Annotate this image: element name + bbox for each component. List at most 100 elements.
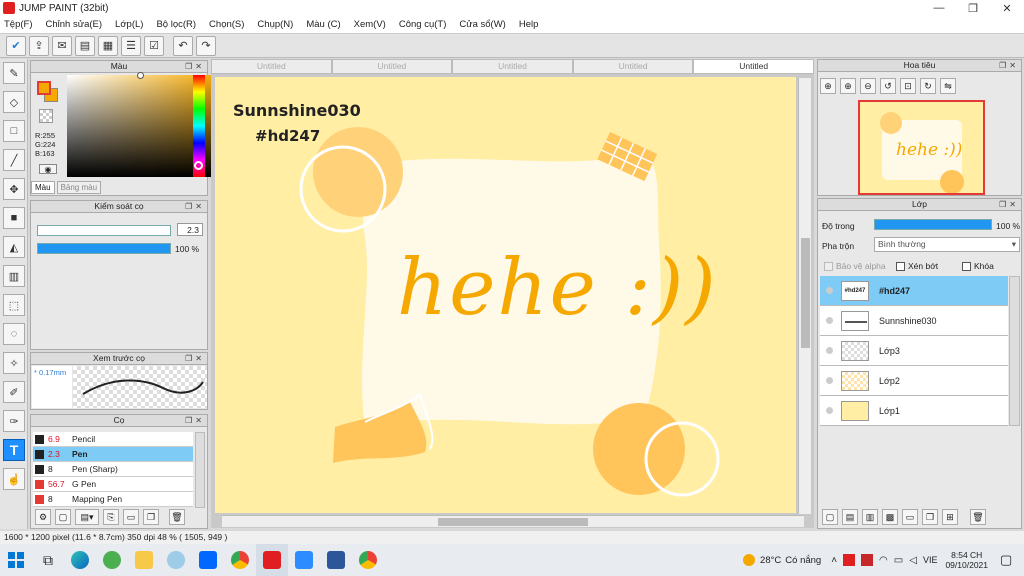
cloud-icon[interactable]: ✔: [6, 35, 26, 56]
redo-icon[interactable]: ↷: [196, 35, 216, 56]
tab-palette[interactable]: Bảng màu: [56, 181, 102, 194]
menu-tools[interactable]: Công cụ(T): [399, 19, 447, 30]
checklist-icon[interactable]: ☑: [144, 35, 164, 56]
panel-buttons[interactable]: ❐✕: [185, 415, 205, 426]
language-indicator[interactable]: VIE: [923, 555, 938, 565]
zoom-icon[interactable]: [288, 544, 320, 576]
halftone-layer-icon[interactable]: ▩: [882, 509, 898, 525]
menu-file[interactable]: Tệp(F): [4, 19, 33, 30]
menu-view[interactable]: Xem(V): [354, 19, 386, 30]
undo-icon[interactable]: ↶: [173, 35, 193, 56]
menu-help[interactable]: Help: [519, 19, 539, 30]
brush-item[interactable]: 6.9 Pencil: [33, 432, 193, 447]
visibility-icon[interactable]: [826, 317, 833, 324]
file-explorer-icon[interactable]: [128, 544, 160, 576]
panel-buttons[interactable]: ❐✕: [999, 60, 1019, 71]
duplicate-icon[interactable]: ❐: [143, 509, 159, 525]
share-icon[interactable]: ⇪: [29, 35, 49, 56]
select-rect-tool-icon[interactable]: ⬚: [3, 294, 25, 316]
magic-wand-tool-icon[interactable]: ✧: [3, 352, 25, 374]
battery-icon[interactable]: ▭: [894, 555, 903, 566]
visibility-icon[interactable]: [826, 407, 833, 414]
tab-color[interactable]: Màu: [31, 181, 55, 194]
panel-buttons[interactable]: ❐✕: [185, 201, 205, 212]
list-icon[interactable]: ☰: [121, 35, 141, 56]
flip-icon[interactable]: ⇋: [940, 78, 956, 94]
fill-rect-tool-icon[interactable]: ■: [3, 207, 25, 229]
hue-handle[interactable]: [194, 161, 203, 170]
select-pen-tool-icon[interactable]: ✐: [3, 381, 25, 403]
new-layer-8bit-icon[interactable]: ▤: [842, 509, 858, 525]
gradient-tool-icon[interactable]: ▥: [3, 265, 25, 287]
hue-slider[interactable]: [193, 75, 205, 177]
layer-row[interactable]: Lớp2: [820, 366, 1008, 396]
eye-icon[interactable]: ◉: [39, 164, 57, 174]
layer-list-scrollbar[interactable]: [1009, 276, 1020, 426]
merge-layer-icon[interactable]: ⊞: [942, 509, 958, 525]
menu-window[interactable]: Cửa sổ(W): [459, 19, 505, 30]
tab-document-active[interactable]: Untitled: [693, 59, 814, 74]
jump-paint-taskbar-icon[interactable]: [256, 544, 288, 576]
close-button[interactable]: ✕: [990, 2, 1024, 15]
layer-row[interactable]: Lớp3: [820, 336, 1008, 366]
edge-icon[interactable]: [64, 544, 96, 576]
message-icon[interactable]: ▤: [75, 35, 95, 56]
app-green-icon[interactable]: [96, 544, 128, 576]
wifi-icon[interactable]: ◠: [879, 555, 888, 566]
brush-opacity-slider[interactable]: [37, 243, 171, 254]
minimize-button[interactable]: —: [922, 2, 956, 14]
main-color-swatch[interactable]: [37, 81, 51, 95]
chrome-2-icon[interactable]: [352, 544, 384, 576]
brush-menu-icon[interactable]: ▤▾: [75, 509, 99, 525]
task-view-icon[interactable]: ⧉: [32, 544, 64, 576]
zalo-icon[interactable]: [192, 544, 224, 576]
horizontal-scrollbar[interactable]: [222, 515, 804, 527]
new-layer-1bit-icon[interactable]: ▥: [862, 509, 878, 525]
brush-item[interactable]: 8 Mapping Pen: [33, 492, 193, 507]
brush-list-scrollbar[interactable]: [195, 432, 205, 508]
clipping-checkbox[interactable]: Xén bớt: [896, 261, 938, 271]
brush-tool-icon[interactable]: ✎: [3, 62, 25, 84]
chrome-icon[interactable]: [224, 544, 256, 576]
comment-icon[interactable]: ✉: [52, 35, 72, 56]
transparent-swatch[interactable]: [39, 109, 53, 123]
navigator-thumbnail[interactable]: hehe :)): [858, 100, 985, 195]
document-icon[interactable]: ▦: [98, 35, 118, 56]
picker-handle[interactable]: [137, 72, 144, 79]
new-brush-icon[interactable]: ▢: [55, 509, 71, 525]
protect-alpha-checkbox[interactable]: Bảo vệ alpha: [824, 261, 886, 271]
vertical-scrollbar[interactable]: [798, 78, 811, 514]
tab-document-2[interactable]: Untitled: [331, 59, 453, 74]
start-icon[interactable]: [0, 544, 32, 576]
layer-row-selected[interactable]: #hd247 #hd247: [820, 276, 1008, 306]
text-tool-icon[interactable]: T: [3, 439, 25, 461]
maximize-button[interactable]: ❐: [956, 2, 990, 15]
tab-document-1[interactable]: Untitled: [211, 59, 332, 74]
trash-icon[interactable]: 🗑: [169, 509, 185, 525]
lock-checkbox[interactable]: Khóa: [962, 261, 994, 271]
visibility-icon[interactable]: [826, 347, 833, 354]
clock[interactable]: 8:54 CH 09/10/2021: [945, 550, 988, 570]
brush-item-selected[interactable]: 2.3 Pen: [33, 447, 193, 462]
tray-app-icon[interactable]: [843, 554, 856, 566]
layer-opacity-slider[interactable]: [874, 219, 992, 230]
rotate-right-icon[interactable]: ↻: [920, 78, 936, 94]
bucket-tool-icon[interactable]: ◭: [3, 236, 25, 258]
brush-size-slider[interactable]: [37, 225, 171, 236]
drawing-canvas[interactable]: Sunnshine030 #hd247 hehe :)): [215, 77, 796, 513]
menu-color[interactable]: Màu (C): [306, 19, 340, 30]
volume-icon[interactable]: ◁: [909, 555, 917, 566]
paint-app-icon[interactable]: [160, 544, 192, 576]
brush-item[interactable]: 8 Pen (Sharp): [33, 462, 193, 477]
tab-document-3[interactable]: Untitled: [452, 59, 573, 74]
rotate-left-icon[interactable]: ↺: [880, 78, 896, 94]
move-tool-icon[interactable]: ✥: [3, 178, 25, 200]
hand-tool-icon[interactable]: ☝: [3, 468, 25, 490]
zoom-out-icon[interactable]: ⊖: [860, 78, 876, 94]
delete-layer-icon[interactable]: 🗑: [970, 509, 986, 525]
panel-buttons[interactable]: ❐✕: [999, 199, 1019, 210]
menu-select[interactable]: Chọn(S): [209, 19, 244, 30]
new-layer-icon[interactable]: ▢: [822, 509, 838, 525]
folder-icon[interactable]: ▭: [123, 509, 139, 525]
blend-mode-select[interactable]: Bình thường ▾: [874, 237, 1020, 252]
